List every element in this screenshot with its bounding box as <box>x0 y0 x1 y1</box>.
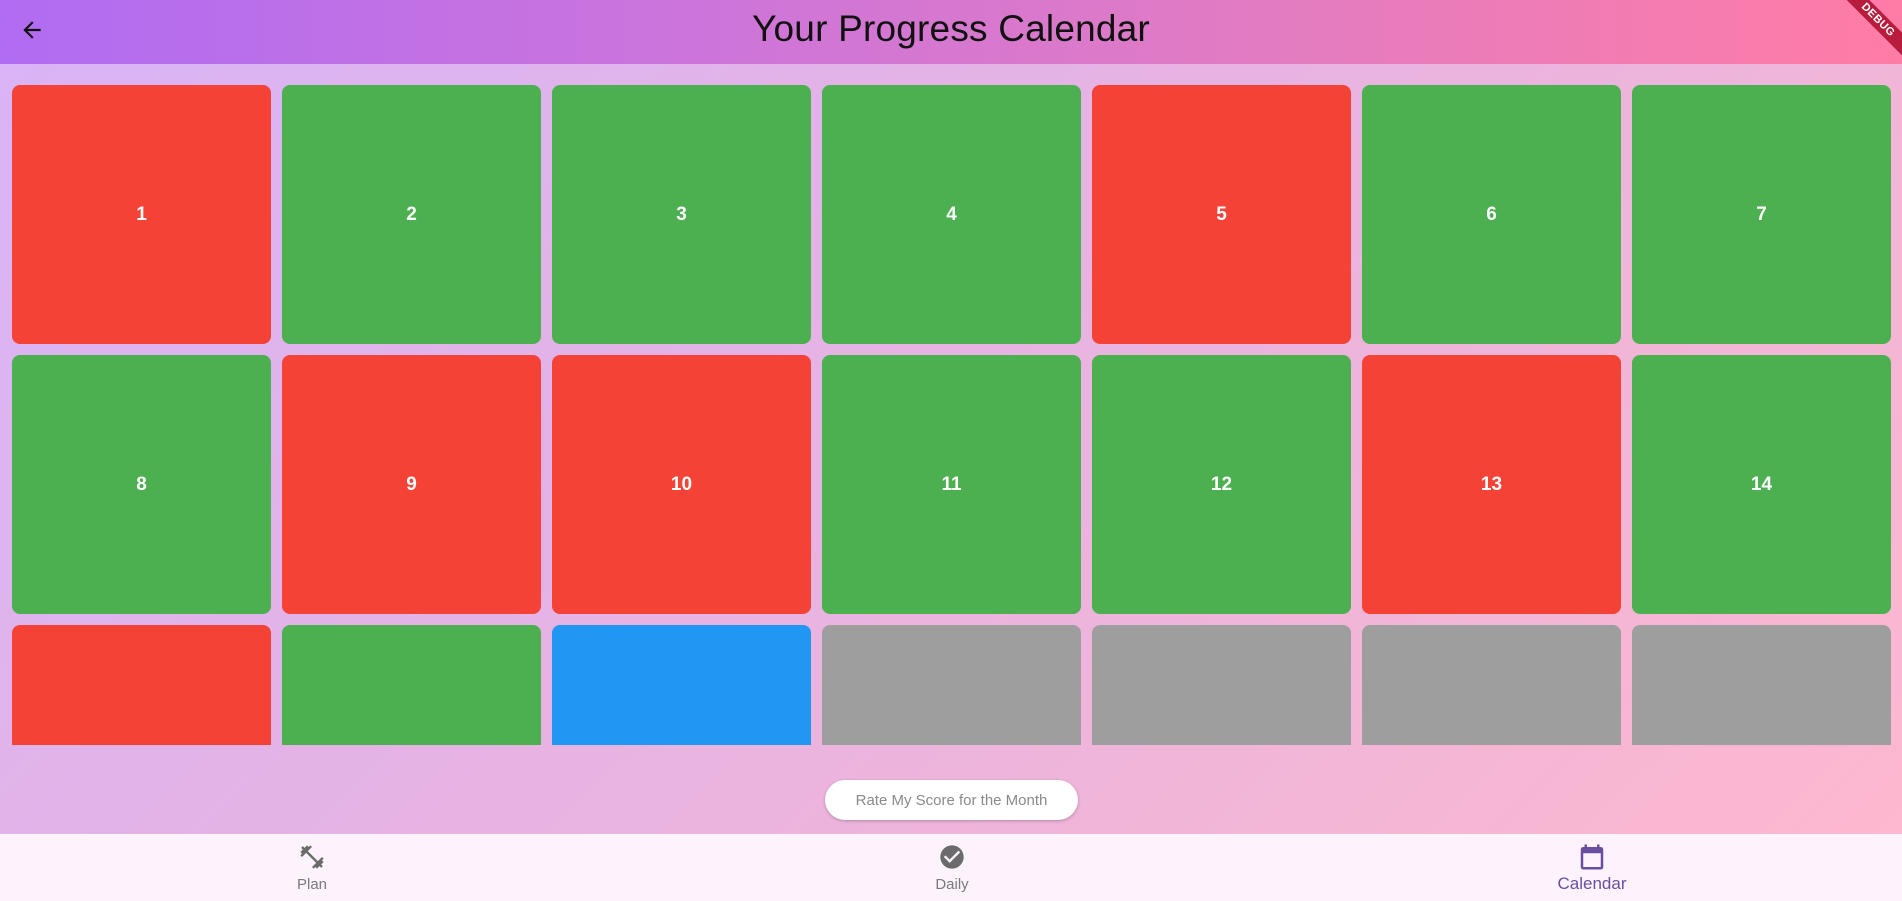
nav-label-plan: Plan <box>296 876 328 893</box>
calendar-day-2[interactable]: 2 <box>282 85 541 344</box>
calendar-day-11[interactable]: 11 <box>822 355 1081 614</box>
calendar-day-6[interactable]: 6 <box>1362 85 1621 344</box>
calendar-day-1[interactable]: 1 <box>12 85 271 344</box>
debug-banner: DEBUG <box>1842 0 1902 60</box>
calendar-grid: 123456789101112131415161718192021 <box>12 85 1892 745</box>
dumbbell-icon <box>297 842 327 872</box>
calendar-day-7[interactable]: 7 <box>1632 85 1891 344</box>
calendar-day-18[interactable]: 18 <box>822 625 1081 745</box>
calendar-day-16[interactable]: 16 <box>282 625 541 745</box>
rate-score-button[interactable]: Rate My Score for the Month <box>825 780 1078 820</box>
calendar-day-3[interactable]: 3 <box>552 85 811 344</box>
calendar-day-21[interactable]: 21 <box>1632 625 1891 745</box>
calendar-day-8[interactable]: 8 <box>12 355 271 614</box>
page-title: Your Progress Calendar <box>752 8 1150 49</box>
calendar-day-17[interactable]: 17 <box>552 625 811 745</box>
bottom-navigation: Plan Daily Calendar <box>0 834 1902 901</box>
calendar-day-14[interactable]: 14 <box>1632 355 1891 614</box>
nav-item-daily[interactable]: Daily <box>852 834 1052 901</box>
nav-label-daily: Daily <box>935 876 969 893</box>
nav-item-plan[interactable]: Plan <box>212 834 412 901</box>
check-circle-icon <box>937 842 967 872</box>
calendar-day-12[interactable]: 12 <box>1092 355 1351 614</box>
calendar-scroll-area[interactable]: 123456789101112131415161718192021 <box>12 85 1892 745</box>
debug-label: DEBUG <box>1842 0 1902 60</box>
calendar-day-5[interactable]: 5 <box>1092 85 1351 344</box>
calendar-day-13[interactable]: 13 <box>1362 355 1621 614</box>
calendar-day-19[interactable]: 19 <box>1092 625 1351 745</box>
nav-label-calendar: Calendar <box>1557 873 1627 893</box>
app-bar: Your Progress Calendar DEBUG <box>0 0 1902 64</box>
calendar-day-15[interactable]: 15 <box>12 625 271 745</box>
calendar-day-20[interactable]: 20 <box>1362 625 1621 745</box>
calendar-day-10[interactable]: 10 <box>552 355 811 614</box>
nav-item-calendar[interactable]: Calendar <box>1492 834 1692 901</box>
calendar-day-9[interactable]: 9 <box>282 355 541 614</box>
calendar-day-4[interactable]: 4 <box>822 85 1081 344</box>
calendar-icon <box>1577 842 1607 872</box>
